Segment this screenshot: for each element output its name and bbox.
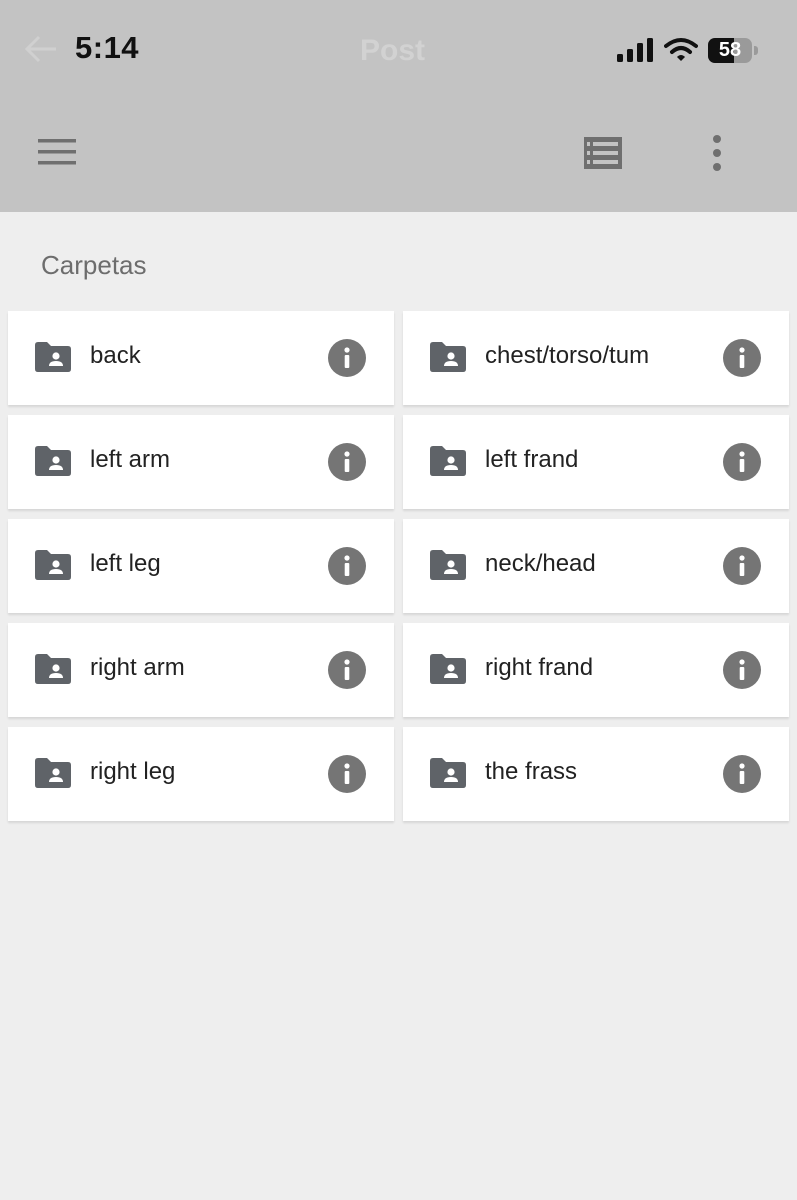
folder-card[interactable]: chest/torso/tum [403, 311, 789, 405]
folder-name: neck/head [485, 550, 596, 577]
folder-card[interactable]: back [8, 311, 394, 405]
more-vert-icon[interactable] [706, 134, 728, 172]
folder-card[interactable]: right arm [8, 623, 394, 717]
wifi-icon [664, 38, 698, 61]
app-toolbar [0, 98, 797, 212]
folder-card[interactable]: right frand [403, 623, 789, 717]
shared-folder-icon [430, 342, 466, 372]
shared-folder-icon [430, 550, 466, 580]
info-icon[interactable] [328, 339, 366, 377]
folder-name: left arm [90, 446, 171, 473]
hamburger-menu-icon[interactable] [36, 136, 78, 168]
info-icon[interactable] [723, 443, 761, 481]
folder-card[interactable]: left leg [8, 519, 394, 613]
folder-grid: back chest/torso/tum left arm left frand… [8, 311, 789, 821]
folder-name: left leg [90, 550, 161, 577]
shared-folder-icon [35, 550, 71, 580]
info-icon[interactable] [328, 443, 366, 481]
shared-folder-icon [35, 446, 71, 476]
folder-name: right frand [485, 654, 594, 681]
info-icon[interactable] [328, 547, 366, 585]
folder-name: right arm [90, 654, 185, 681]
status-bar: Post 5:14 58 [0, 0, 797, 98]
cellular-signal-icon [617, 38, 653, 62]
folder-name: right leg [90, 758, 176, 785]
folder-card[interactable]: right leg [8, 727, 394, 821]
battery-percent: 58 [718, 39, 742, 61]
shared-folder-icon [430, 758, 466, 788]
background-title: Post [360, 34, 426, 67]
folder-card[interactable]: the frass [403, 727, 789, 821]
shared-folder-icon [35, 758, 71, 788]
list-view-icon[interactable] [583, 136, 623, 170]
shared-folder-icon [35, 342, 71, 372]
folder-name: the frass [485, 758, 578, 785]
folder-card[interactable]: neck/head [403, 519, 789, 613]
info-icon[interactable] [328, 651, 366, 689]
info-icon[interactable] [723, 755, 761, 793]
back-arrow-icon [24, 35, 56, 63]
info-icon[interactable] [723, 651, 761, 689]
info-icon[interactable] [723, 339, 761, 377]
folder-card[interactable]: left arm [8, 415, 394, 509]
battery-indicator: 58 [708, 38, 758, 63]
folder-name: chest/torso/tum [485, 342, 650, 369]
shared-folder-icon [430, 654, 466, 684]
section-title: Carpetas [41, 250, 147, 280]
info-icon[interactable] [328, 755, 366, 793]
info-icon[interactable] [723, 547, 761, 585]
folder-name: left frand [485, 446, 579, 473]
folder-name: back [90, 342, 141, 369]
shared-folder-icon [35, 654, 71, 684]
shared-folder-icon [430, 446, 466, 476]
folder-card[interactable]: left frand [403, 415, 789, 509]
status-time: 5:14 [75, 30, 140, 65]
